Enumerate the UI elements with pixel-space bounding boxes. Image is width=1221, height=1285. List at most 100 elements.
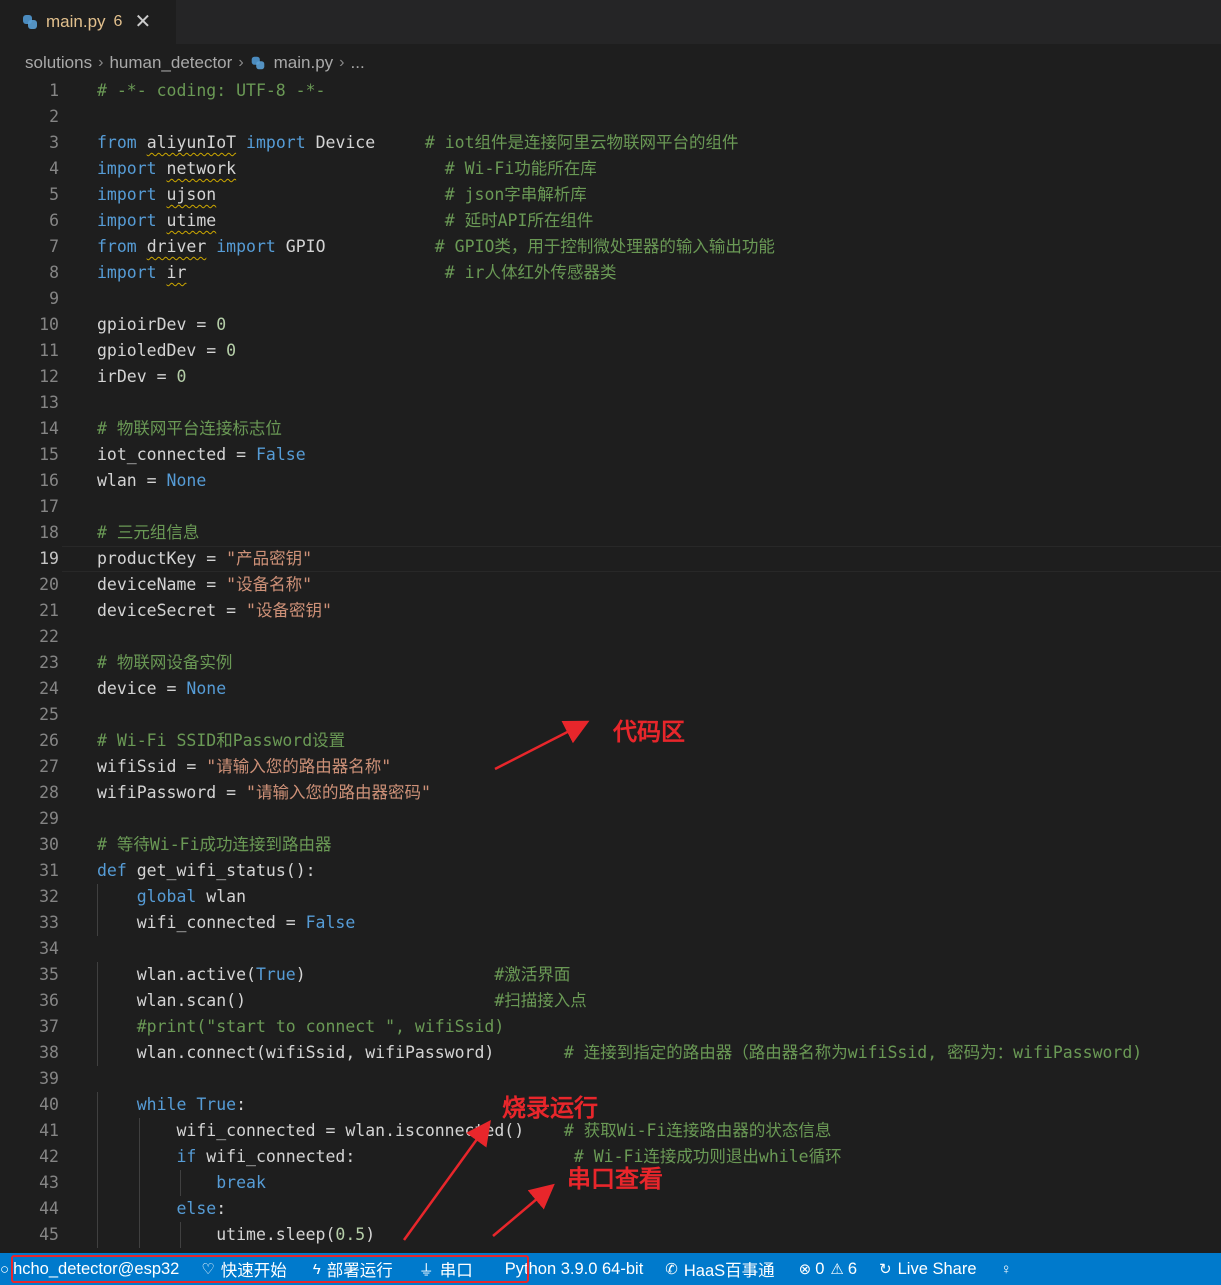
line-number: 14 <box>39 419 59 438</box>
problems-indicator[interactable]: ⊗ 0 ⚠ 6 <box>783 1253 865 1285</box>
code-line[interactable]: 3 from aliyunIoT import Device # iot组件是连接… <box>0 130 1221 156</box>
code-text: # 物联网平台连接标志位 <box>97 416 282 442</box>
code-token: import <box>97 211 157 230</box>
live-share-button[interactable]: ↻ Live Share <box>865 1253 984 1285</box>
code-token: wlan.scan() <box>97 991 495 1010</box>
code-token: from <box>97 237 137 256</box>
code-line[interactable]: 30 # 等待Wi-Fi成功连接到路由器 <box>0 832 1221 858</box>
code-line[interactable]: 27 wifiSsid = "请输入您的路由器名称" <box>0 754 1221 780</box>
code-line[interactable]: 14 # 物联网平台连接标志位 <box>0 416 1221 442</box>
code-token: "请输入您的路由器密码" <box>246 783 431 802</box>
code-line[interactable]: 36 wlan.scan() #扫描接入点 <box>0 988 1221 1014</box>
code-editor[interactable]: 1 # -*- coding: UTF-8 -*- 2 3 from aliyunIoT… <box>0 78 1221 1253</box>
code-token: # -*- coding: UTF-8 -*- <box>97 81 326 100</box>
code-token: wifiPassword = <box>97 783 247 802</box>
line-number: 24 <box>39 679 59 698</box>
code-line[interactable]: 7 from driver import GPIO # GPIO类，用于控制微处理… <box>0 234 1221 260</box>
code-line[interactable]: 39 <box>0 1066 1221 1092</box>
code-line[interactable]: 20 deviceName = "设备名称" <box>0 572 1221 598</box>
code-text: if wifi_connected: # Wi-Fi连接成功则退出while循环 <box>97 1144 841 1170</box>
code-line[interactable]: 26 # Wi-Fi SSID和Password设置 <box>0 728 1221 754</box>
code-line[interactable]: 24 device = None <box>0 676 1221 702</box>
code-text: # 等待Wi-Fi成功连接到路由器 <box>97 832 332 858</box>
code-text: import ujson # json字串解析库 <box>97 182 587 208</box>
code-text: wifiPassword = "请输入您的路由器密码" <box>97 780 431 806</box>
code-line[interactable]: 38 wlan.connect(wifiSsid, wifiPassword) … <box>0 1040 1221 1066</box>
code-line[interactable]: 5 import ujson # json字串解析库 <box>0 182 1221 208</box>
haas-help-button[interactable]: ✆ HaaS百事通 <box>651 1253 782 1285</box>
code-line[interactable]: 29 <box>0 806 1221 832</box>
notification-button[interactable]: ♀ <box>985 1253 1026 1285</box>
highlight-box <box>11 1255 529 1283</box>
code-line[interactable]: 32 global wlan <box>0 884 1221 910</box>
code-line[interactable]: 45 utime.sleep(0.5) <box>0 1222 1221 1248</box>
line-number: 25 <box>39 705 59 724</box>
code-token: deviceName = <box>97 575 227 594</box>
close-icon[interactable]: ✕ <box>134 12 151 32</box>
code-token: #print("start to connect ", wifiSsid) <box>136 1017 505 1036</box>
code-token: wifi_connected = <box>97 913 306 932</box>
code-line[interactable]: 21 deviceSecret = "设备密钥" <box>0 598 1221 624</box>
code-text: from driver import GPIO # GPIO类，用于控制微处理器… <box>97 234 775 260</box>
haas-label: HaaS百事通 <box>683 1262 775 1280</box>
code-line[interactable]: 35 wlan.active(True) #激活界面 <box>0 962 1221 988</box>
code-line[interactable]: 8 import ir # ir人体红外传感器类 <box>0 260 1221 286</box>
code-line[interactable]: 11 gpioledDev = 0 <box>0 338 1221 364</box>
breadcrumb-item-human-detector[interactable]: human_detector <box>109 53 232 73</box>
code-token: 0 <box>176 367 187 386</box>
code-token: from <box>97 133 137 152</box>
code-line[interactable]: 37 #print("start to connect ", wifiSsid) <box>0 1014 1221 1040</box>
code-line[interactable]: 15 iot_connected = False <box>0 442 1221 468</box>
chevron-right-icon: › <box>98 54 104 71</box>
code-line[interactable]: 23 # 物联网设备实例 <box>0 650 1221 676</box>
breadcrumb-item-main-py[interactable]: main.py <box>274 53 334 73</box>
breadcrumb-item-solutions[interactable]: solutions <box>25 53 92 73</box>
code-text: wifiSsid = "请输入您的路由器名称" <box>97 754 391 780</box>
python-icon <box>250 56 264 70</box>
code-line[interactable]: 25 <box>0 702 1221 728</box>
code-line[interactable]: 34 <box>0 936 1221 962</box>
code-line[interactable]: 41 wifi_connected = wlan.isconnected() #… <box>0 1118 1221 1144</box>
code-line[interactable]: 22 <box>0 624 1221 650</box>
breadcrumb-item-symbols[interactable]: ... <box>351 53 365 73</box>
code-line[interactable]: 33 wifi_connected = False <box>0 910 1221 936</box>
code-token: import <box>216 237 276 256</box>
code-token: driver <box>146 237 207 256</box>
code-token: "请输入您的路由器名称" <box>206 757 392 776</box>
line-number: 29 <box>39 809 59 828</box>
code-line[interactable]: 19 productKey = "产品密钥" <box>0 546 1221 572</box>
line-number: 33 <box>39 913 59 932</box>
code-line[interactable]: 40 while True: <box>0 1092 1221 1118</box>
line-number: 37 <box>39 1017 59 1036</box>
warning-count: 6 <box>847 1259 858 1278</box>
code-token: "产品密钥" <box>226 549 313 568</box>
code-line[interactable]: 4 import network # Wi-Fi功能所在库 <box>0 156 1221 182</box>
code-text: wifi_connected = False <box>97 910 356 936</box>
line-number: 28 <box>39 783 59 802</box>
code-token: # 延时API所在组件 <box>444 211 594 230</box>
code-line[interactable]: 28 wifiPassword = "请输入您的路由器密码" <box>0 780 1221 806</box>
code-token: "设备密钥" <box>246 601 332 620</box>
code-line[interactable]: 12 irDev = 0 <box>0 364 1221 390</box>
code-line[interactable]: 9 <box>0 286 1221 312</box>
code-token: gpioirDev = <box>97 315 217 334</box>
code-line[interactable]: 16 wlan = None <box>0 468 1221 494</box>
share-icon: ↻ <box>879 1261 892 1278</box>
code-line[interactable]: 2 <box>0 104 1221 130</box>
code-line[interactable]: 31 def get_wifi_status(): <box>0 858 1221 884</box>
code-line[interactable]: 44 else: <box>0 1196 1221 1222</box>
code-token: True <box>196 1095 237 1114</box>
code-line[interactable]: 1 # -*- coding: UTF-8 -*- <box>0 78 1221 104</box>
code-line[interactable]: 6 import utime # 延时API所在组件 <box>0 208 1221 234</box>
code-text: #print("start to connect ", wifiSsid) <box>97 1014 505 1040</box>
breadcrumb: solutions › human_detector › main.py › .… <box>25 50 365 76</box>
code-line[interactable]: 10 gpioirDev = 0 <box>0 312 1221 338</box>
tab-main-py[interactable]: main.py 6 ✕ <box>0 0 176 44</box>
pin-icon: ♀ <box>1000 1260 1012 1278</box>
code-line[interactable]: 13 <box>0 390 1221 416</box>
code-line[interactable]: 18 # 三元组信息 <box>0 520 1221 546</box>
code-line[interactable]: 17 <box>0 494 1221 520</box>
code-text: utime.sleep(0.5) <box>97 1222 375 1248</box>
